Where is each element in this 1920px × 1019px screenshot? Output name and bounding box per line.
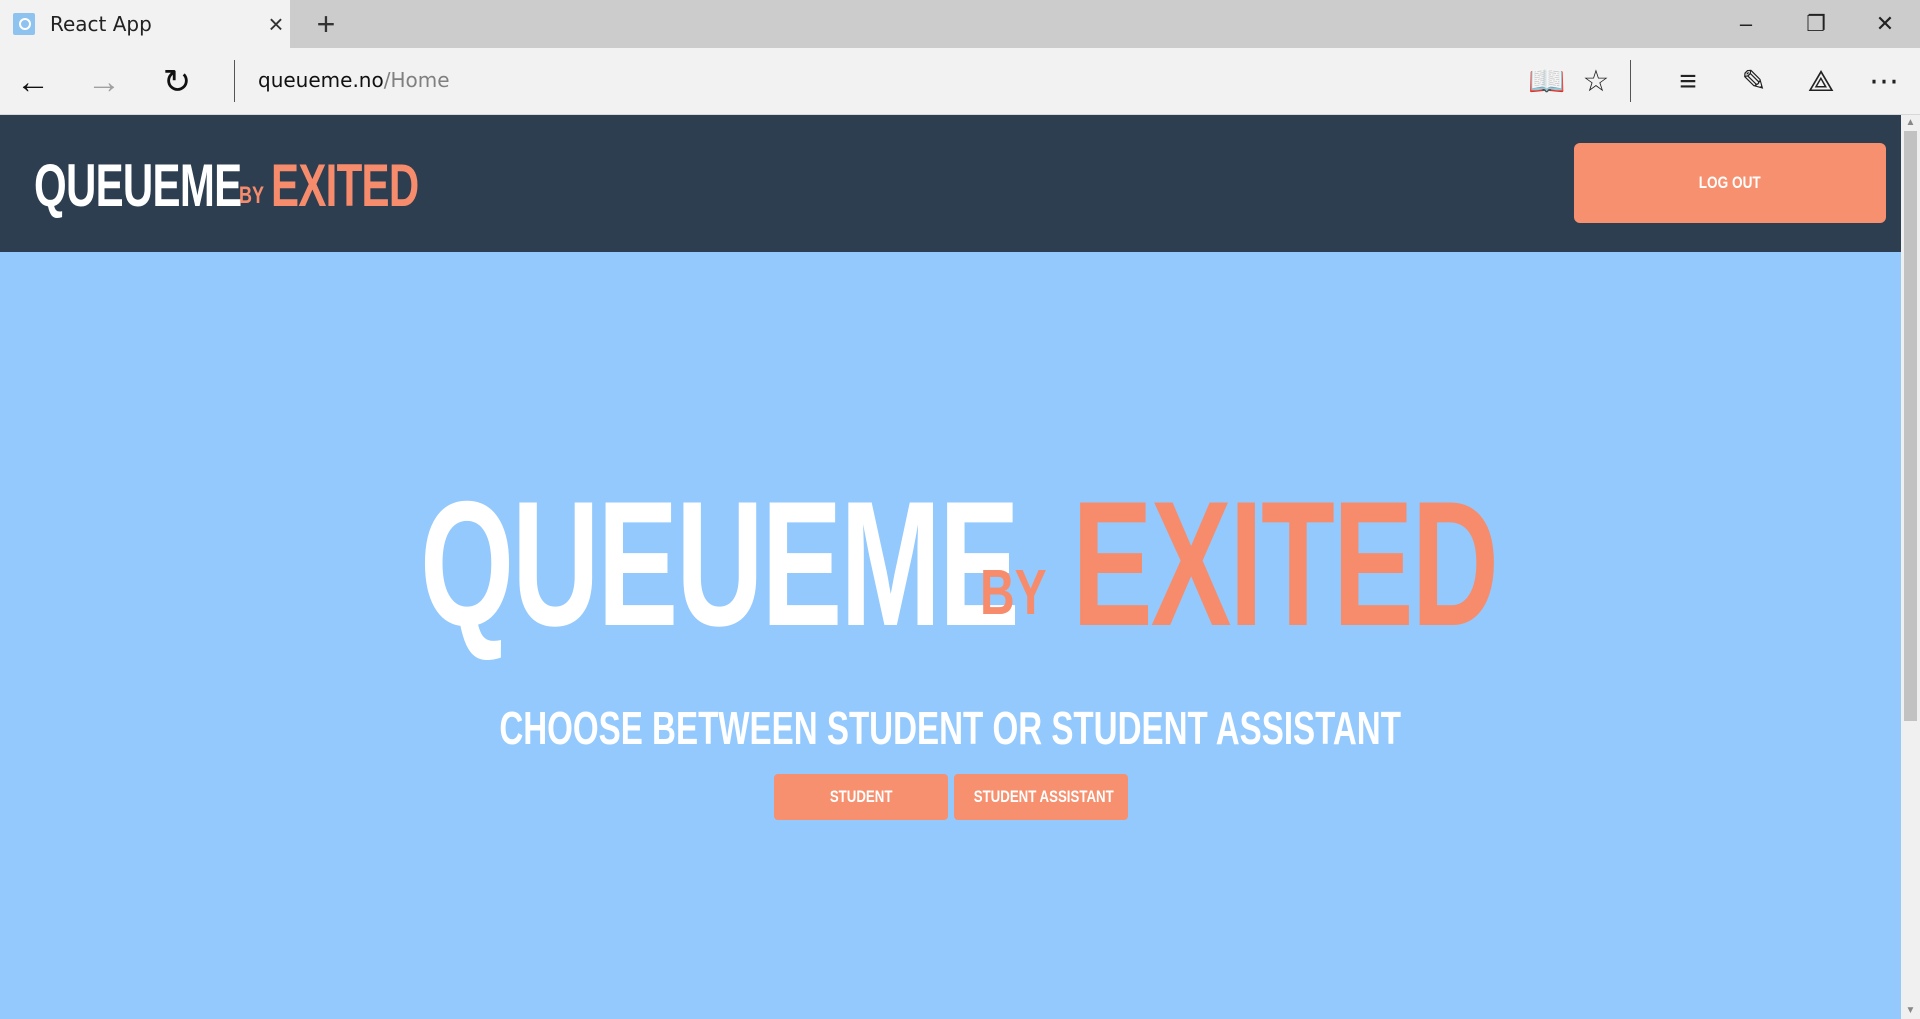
browser-tab[interactable]: React App × <box>0 0 290 48</box>
hero-title-by: BY <box>980 556 1047 628</box>
react-app-favicon-icon <box>13 13 35 35</box>
logout-label: LOG OUT <box>1699 173 1761 192</box>
student-assistant-button-label: STUDENT ASSISTANT <box>973 787 1114 806</box>
brand-company: EXITED <box>271 152 419 219</box>
scroll-up-arrow-icon[interactable]: ▲ <box>1901 115 1920 131</box>
more-icon[interactable]: ⋯ <box>1864 62 1904 102</box>
header-brand-logo[interactable]: QUEUEME BY EXITED <box>34 151 454 219</box>
forward-arrow-icon[interactable]: → <box>84 62 124 102</box>
window-close-icon[interactable]: ✕ <box>1855 8 1915 40</box>
minimize-icon[interactable]: – <box>1716 8 1776 40</box>
address-separator <box>234 60 235 102</box>
toolbar-separator <box>1630 60 1631 102</box>
address-path: /Home <box>383 68 450 92</box>
choose-role-heading: CHOOSE BETWEEN STUDENT OR STUDENT ASSIST… <box>0 705 1901 751</box>
address-bar[interactable]: queueme.no/Home <box>258 68 450 92</box>
address-host: queueme.no <box>258 68 384 92</box>
hero-title-main: QUEUEME <box>420 464 1020 663</box>
share-icon[interactable]: ⟁ <box>1801 62 1841 102</box>
navigation-bar: ← → ↻ queueme.no/Home 📖 ☆ ≡ ✎ ⟁ ⋯ <box>0 48 1920 115</box>
new-tab-plus-icon[interactable]: + <box>310 8 342 40</box>
brand-by: BY <box>239 182 265 209</box>
restore-icon[interactable]: ❐ <box>1786 8 1846 40</box>
reading-view-book-icon[interactable]: 📖 <box>1527 62 1567 102</box>
page-viewport: QUEUEME BY EXITED LOG OUT QUEUEME BY EXI… <box>0 115 1901 1019</box>
favorites-star-icon[interactable]: ☆ <box>1576 62 1616 102</box>
scroll-thumb[interactable] <box>1904 131 1917 721</box>
page-scrollbar[interactable]: ▲ ▼ <box>1901 115 1920 1019</box>
student-button[interactable]: STUDENT <box>774 774 948 820</box>
logout-button[interactable]: LOG OUT <box>1574 143 1886 223</box>
tab-close-icon[interactable]: × <box>263 11 289 37</box>
tab-bar: React App × + – ❐ ✕ <box>0 0 1920 48</box>
student-button-label: STUDENT <box>829 787 893 806</box>
back-arrow-icon[interactable]: ← <box>13 62 53 102</box>
hero-title: QUEUEME BY EXITED <box>420 475 1499 653</box>
hub-icon[interactable]: ≡ <box>1668 62 1708 102</box>
student-assistant-button[interactable]: STUDENT ASSISTANT <box>954 774 1128 820</box>
app-header: QUEUEME BY EXITED LOG OUT <box>0 115 1901 252</box>
scroll-down-arrow-icon[interactable]: ▼ <box>1901 1003 1920 1019</box>
refresh-icon[interactable]: ↻ <box>157 62 197 102</box>
hero-title-company: EXITED <box>1072 464 1499 663</box>
tab-title: React App <box>50 12 152 36</box>
choose-role-text: CHOOSE BETWEEN STUDENT OR STUDENT ASSIST… <box>499 702 1402 754</box>
web-note-pen-icon[interactable]: ✎ <box>1734 62 1774 102</box>
brand-main: QUEUEME <box>34 152 242 219</box>
